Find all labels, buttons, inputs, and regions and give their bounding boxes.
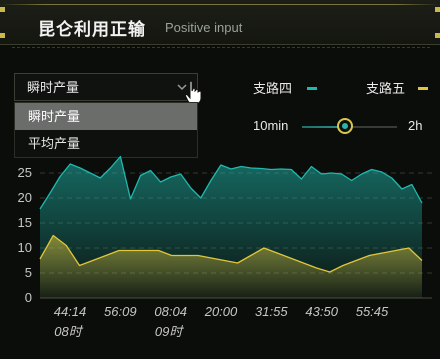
header-divider	[12, 47, 430, 48]
x-tick-label: 56:09	[104, 304, 137, 319]
y-tick-label: 20	[18, 190, 32, 205]
y-tick-label: 10	[18, 240, 32, 255]
slider-min-label: 10min	[253, 118, 289, 133]
corner-ornament-top-right	[435, 7, 440, 12]
x-tick-label: 20:00	[204, 304, 238, 319]
output-chart: 0 5 10 15 20 25 44:14 08时 56:09 08:04 09时 20:00 31:5…	[18, 155, 432, 339]
x-tick-hour-label: 09时	[155, 324, 184, 339]
legend-swatch-branch-5	[418, 87, 428, 90]
y-tick-label: 0	[25, 290, 32, 305]
y-tick-label: 5	[25, 265, 32, 280]
header-top-line	[0, 4, 440, 5]
x-tick-label: 55:45	[356, 304, 389, 319]
x-tick-label: 31:55	[255, 304, 288, 319]
metric-select-value: 瞬时产量	[27, 80, 80, 95]
y-tick-label: 15	[18, 215, 32, 230]
x-tick-label: 44:14	[54, 304, 87, 319]
panel-title: 昆仑利用正输	[38, 20, 146, 39]
legend-label-branch-4[interactable]: 支路四	[253, 78, 292, 97]
corner-ornament-bottom-right	[435, 33, 440, 38]
x-tick-hour-label: 08时	[54, 324, 83, 339]
slider-max-label: 2h	[408, 118, 423, 133]
menu-option-instant-output[interactable]: 瞬时产量	[15, 103, 197, 130]
corner-ornament-top-left	[0, 7, 5, 12]
legend-label-branch-5[interactable]: 支路五	[366, 78, 405, 97]
x-tick-label: 08:04	[154, 304, 187, 319]
y-tick-label: 25	[18, 165, 32, 180]
metric-select[interactable]: 瞬时产量	[14, 73, 198, 101]
legend-swatch-branch-4	[307, 87, 317, 90]
time-range-slider-thumb[interactable]	[337, 118, 353, 134]
x-tick-label: 43:50	[305, 304, 338, 319]
panel-subtitle: Positive input	[165, 20, 243, 35]
corner-ornament-bottom-left	[0, 33, 5, 38]
